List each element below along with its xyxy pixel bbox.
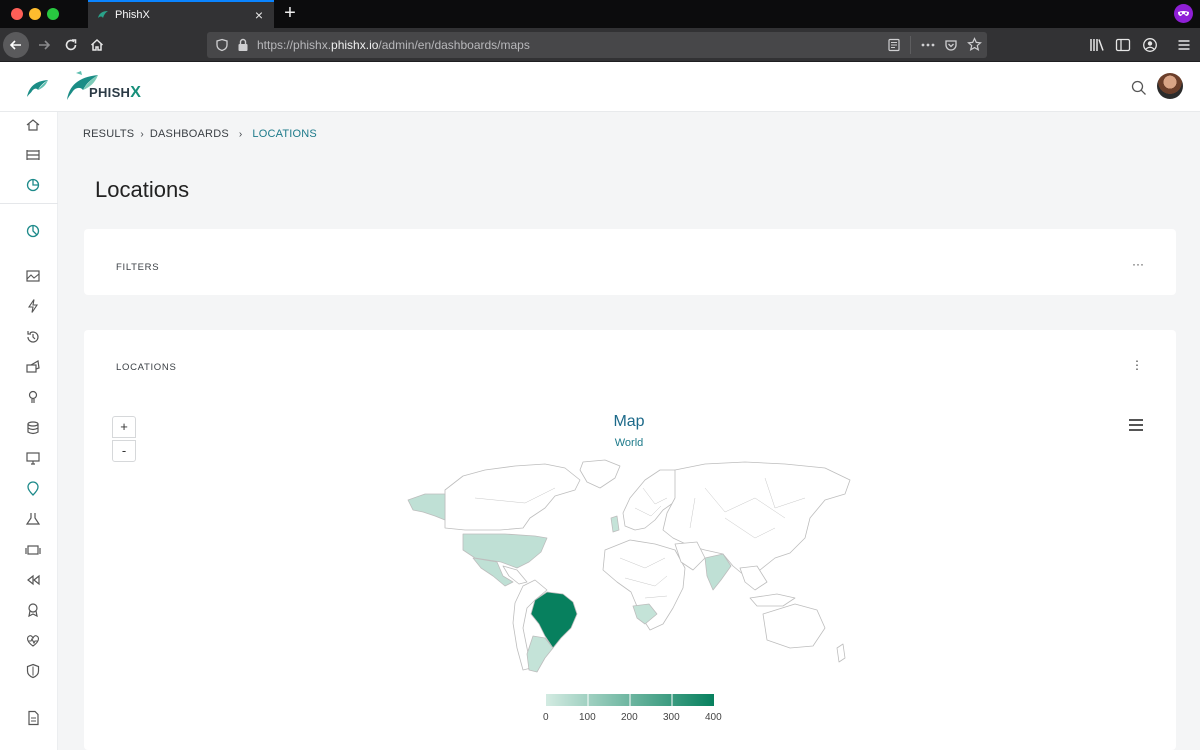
app-menu-icon[interactable] [1177, 38, 1191, 52]
url-separator [910, 36, 911, 54]
map-zoom-out-button[interactable]: - [112, 440, 136, 462]
browser-tab-bar: PhishX × + [0, 0, 1200, 28]
url-path: /admin/en/dashboards/maps [378, 38, 530, 52]
history-icon[interactable] [24, 328, 42, 346]
url-host: phishx.io [331, 38, 379, 52]
lightning-icon[interactable] [24, 297, 42, 315]
locations-more-icon[interactable]: ⋮ [1131, 358, 1143, 372]
home-button[interactable] [84, 32, 110, 58]
color-legend-bar [546, 694, 714, 706]
tab-title: PhishX [115, 9, 150, 21]
location-icon[interactable] [24, 480, 42, 498]
chart-menu-icon[interactable] [1129, 419, 1143, 431]
dashboard-icon[interactable] [24, 222, 42, 240]
arrow-right-icon [39, 40, 51, 50]
legend-tick-label: 0 [543, 712, 549, 723]
region-alaska[interactable] [407, 493, 446, 521]
browser-tab[interactable]: PhishX × [88, 0, 274, 28]
map-land [444, 459, 851, 671]
shield-icon[interactable] [215, 38, 229, 52]
arrow-left-icon [9, 40, 21, 50]
world-map [407, 459, 851, 673]
new-tab-button[interactable]: + [280, 3, 300, 25]
legend-tick-label: 100 [579, 712, 596, 723]
country-australia[interactable] [762, 603, 826, 649]
account-icon[interactable] [1142, 37, 1158, 53]
filters-card: FILTERS ··· [84, 229, 1176, 295]
country-united-states[interactable] [462, 533, 548, 569]
rewind-icon[interactable] [24, 571, 42, 589]
tab-close-icon[interactable]: × [252, 8, 266, 22]
sidebar-divider [0, 203, 58, 204]
brand-wordmark[interactable]: PHISHX [89, 84, 141, 102]
legend-tick-labels: 0 100 200 300 400 [536, 712, 726, 724]
library-icon[interactable] [1089, 38, 1105, 52]
bookmark-star-icon[interactable] [967, 37, 982, 52]
breadcrumb: RESULTS › DASHBOARDS › LOCATIONS [83, 128, 317, 140]
breadcrumb-item-locations: LOCATIONS [252, 128, 317, 140]
reader-view-icon[interactable] [887, 38, 901, 52]
country-canada[interactable] [444, 463, 581, 531]
sidebar-toggle-icon[interactable] [1115, 38, 1131, 52]
home-icon [90, 38, 104, 51]
address-bar[interactable]: https://phishx.phishx.io/admin/en/dashbo… [207, 32, 987, 58]
image-icon[interactable] [24, 267, 42, 285]
locations-label: LOCATIONS [116, 362, 177, 373]
map-zoom-in-button[interactable]: + [112, 416, 136, 438]
region-southeast-asia[interactable] [739, 565, 768, 591]
browser-toolbar: https://phishx.phishx.io/admin/en/dashbo… [0, 28, 1200, 62]
country-greenland[interactable] [579, 459, 621, 489]
document-icon[interactable] [24, 709, 42, 727]
gallery-icon[interactable] [24, 541, 42, 559]
private-mask-icon[interactable] [1174, 4, 1193, 23]
flask-icon[interactable] [24, 510, 42, 528]
legend-tick-label: 400 [705, 712, 722, 723]
campaign-icon[interactable] [24, 358, 42, 376]
breadcrumb-item-results[interactable]: RESULTS [83, 128, 134, 140]
breadcrumb-item-dashboards[interactable]: DASHBOARDS [150, 128, 229, 140]
lock-icon[interactable] [237, 38, 249, 52]
brand-main: PHISH [89, 85, 131, 100]
country-new-zealand[interactable] [836, 643, 846, 663]
phishx-mark-icon[interactable] [25, 77, 49, 99]
forward-button[interactable] [31, 32, 57, 58]
filters-more-icon[interactable]: ··· [1132, 257, 1144, 271]
phishx-favicon-icon [98, 11, 108, 18]
user-avatar[interactable] [1157, 73, 1183, 99]
minimize-window-button[interactable] [29, 8, 41, 20]
pocket-icon[interactable] [944, 38, 958, 52]
map-title: Map [613, 413, 645, 430]
bulb-icon[interactable] [24, 388, 42, 406]
map-subtitle: World [614, 437, 644, 449]
search-icon[interactable] [1131, 80, 1147, 96]
url-scheme: https://phishx. [257, 38, 332, 52]
close-window-button[interactable] [11, 8, 23, 20]
app-header [0, 62, 1200, 112]
region-indonesia[interactable] [749, 593, 796, 607]
shield-icon[interactable] [24, 662, 42, 680]
analytics-icon[interactable] [24, 176, 42, 194]
reload-button[interactable] [58, 32, 84, 58]
reload-icon [65, 39, 77, 51]
brand-accent: X [130, 84, 142, 101]
award-icon[interactable] [24, 601, 42, 619]
country-portugal[interactable] [610, 515, 620, 533]
monitor-icon[interactable] [24, 449, 42, 467]
back-button[interactable] [3, 32, 29, 58]
filters-label: FILTERS [116, 262, 160, 273]
list-icon[interactable] [24, 146, 42, 164]
more-actions-icon[interactable] [920, 38, 936, 52]
heartbeat-icon[interactable] [24, 632, 42, 650]
database-icon[interactable] [24, 419, 42, 437]
legend-tick-label: 200 [621, 712, 638, 723]
url-text: https://phishx.phishx.io/admin/en/dashbo… [257, 38, 530, 52]
page-title: Locations [95, 177, 190, 202]
maximize-window-button[interactable] [47, 8, 59, 20]
legend-tick-label: 300 [663, 712, 680, 723]
chevron-right-icon: › [238, 129, 243, 140]
home-icon[interactable] [24, 116, 42, 134]
chevron-right-icon: › [140, 129, 144, 140]
